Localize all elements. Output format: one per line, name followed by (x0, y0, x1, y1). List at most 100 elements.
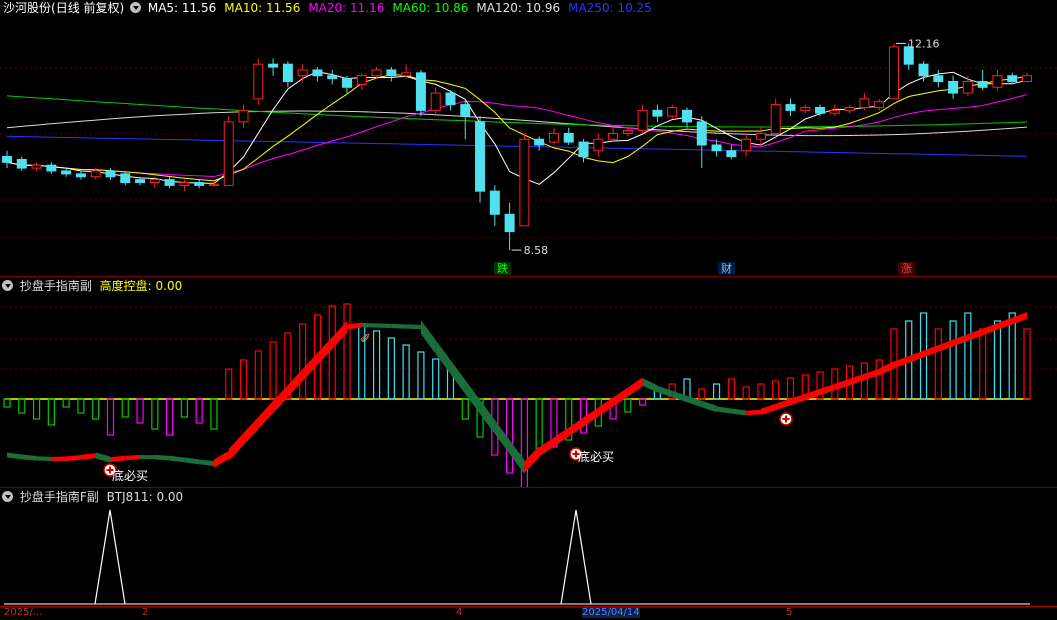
candle-down (785, 104, 796, 111)
candle-down (563, 132, 574, 143)
sub-indicator-panel-2[interactable]: 抄盘手指南F副 BTJ811: 0.00 (0, 488, 1057, 606)
ribbon-segment-down (642, 378, 658, 393)
ribbon-segment-up (568, 417, 584, 437)
ma-legend-item[interactable]: MA250: 10.25 (568, 1, 652, 15)
histogram-bar (535, 398, 543, 455)
date-tick-label: 2 (142, 607, 149, 618)
histogram-bar (299, 323, 307, 400)
sub-panel-2-title[interactable]: 抄盘手指南F副 (20, 490, 99, 504)
ribbon-segment-up (539, 437, 554, 457)
candle-up (962, 81, 973, 94)
candle-down (268, 63, 279, 68)
ribbon-segment-down (687, 395, 702, 408)
date-tick-label: 2025/... (4, 607, 43, 618)
histogram-bar (180, 398, 188, 418)
candle-down (342, 78, 352, 88)
chevron-down-icon[interactable] (2, 280, 13, 291)
candle-up (622, 130, 633, 134)
ribbon-segment-up (110, 455, 126, 463)
ma-legend-item[interactable]: MA60: 10.86 (392, 1, 468, 15)
ribbon-segment-up (598, 397, 614, 417)
ribbon-segment-down (509, 440, 525, 474)
candle-up (179, 182, 190, 186)
date-axis[interactable]: 2025/... 2 4 2025/04/14 5 (0, 606, 1057, 620)
histogram-bar (343, 303, 351, 400)
ribbon-segment-down (36, 456, 52, 462)
histogram-bar (461, 398, 469, 420)
candle-up (356, 75, 367, 85)
ribbon-segment-up (982, 323, 998, 336)
ribbon-segment-down (21, 454, 37, 461)
histogram-bar (624, 398, 632, 413)
histogram-bar (712, 383, 721, 400)
candle-up (401, 72, 412, 77)
event-marker-finance[interactable]: 财 (718, 262, 735, 275)
runner-icon: ✐ (360, 332, 371, 347)
candle-down (105, 170, 116, 178)
event-marker-up[interactable]: 涨 (898, 262, 915, 275)
ribbon-segment-down (731, 408, 747, 416)
histogram-bar (77, 398, 85, 414)
ribbon-segment-up (524, 446, 540, 473)
candle-up (430, 92, 441, 111)
candle-down (16, 158, 27, 169)
candle-up (238, 109, 249, 123)
histogram-bar (772, 380, 780, 400)
candle-up (223, 121, 234, 186)
histogram-bar (254, 350, 262, 400)
chevron-down-icon[interactable] (2, 491, 13, 502)
ma60-line (6, 95, 1028, 128)
ribbon-segment-up (1012, 312, 1027, 325)
candle-down (1007, 75, 1018, 82)
candle-down (2, 156, 12, 163)
ma-legend-item[interactable]: MA5: 11.56 (148, 1, 216, 15)
candle-up (800, 106, 811, 111)
sub-panel-1-title[interactable]: 抄盘手指南副 (20, 279, 92, 293)
candle-up (608, 132, 619, 140)
candle-up (770, 104, 781, 134)
ribbon-segment-down (199, 459, 214, 467)
ribbon-segment-up (834, 378, 850, 391)
event-marker-down[interactable]: 跌 (494, 262, 511, 275)
buy-signal-label: 底必买 (578, 450, 615, 464)
candle-up (90, 170, 101, 178)
ribbon-segment-up (879, 361, 894, 376)
ribbon-segment-up (302, 353, 318, 381)
main-chart-panel[interactable]: 沙河股份(日线 前复权) MA5: 11.56 MA10: 11.56 MA20: … (0, 0, 1057, 276)
candle-up (992, 75, 1003, 88)
sub-indicator-panel-1[interactable]: 抄盘手指南副 高度控盘: 0.00 ✐ 底必买 底必买 (0, 277, 1057, 487)
ma-legend-item[interactable]: MA10: 11.56 (224, 1, 300, 15)
ribbon-segment-up (908, 350, 924, 363)
ribbon-segment-up (790, 393, 806, 406)
histogram-bar (742, 386, 750, 400)
ma-legend-item[interactable]: MA120: 10.96 (476, 1, 560, 15)
sub-panel-2-indicator-value: 0.00 (156, 490, 184, 504)
date-tick-label: 4 (456, 607, 463, 618)
histogram-bar (210, 398, 218, 430)
ma10-line (6, 74, 1028, 182)
low-price-label: 8.58 (524, 244, 549, 257)
sub-indicator-2-chart[interactable] (0, 488, 1057, 606)
candle-up (297, 69, 308, 77)
ribbon-segment-up (997, 317, 1013, 330)
stock-name[interactable]: 沙河股份 (3, 1, 51, 15)
ribbon-segment-down (657, 385, 673, 398)
ribbon-segment-down (435, 340, 451, 374)
chart-mode[interactable]: (日线 前复权) (51, 1, 124, 15)
histogram-bar (121, 398, 129, 418)
candle-down (815, 106, 826, 114)
candle-down (977, 81, 988, 88)
histogram-bar (757, 383, 765, 400)
chevron-down-icon[interactable] (130, 2, 142, 13)
ribbon-segment-up (125, 454, 141, 461)
histogram-bar (1008, 312, 1016, 400)
candle-down (61, 170, 72, 175)
sub-indicator-1-chart[interactable]: ✐ (0, 277, 1057, 487)
ribbon-segment-down (450, 360, 466, 394)
ma-legend-item[interactable]: MA20: 11.16 (308, 1, 384, 15)
candle-up (888, 46, 899, 100)
candlestick-chart[interactable]: 12.16 8.58 (0, 0, 1057, 276)
histogram-bar (432, 358, 440, 400)
ribbon-segment-down (154, 454, 170, 461)
candle-down (445, 92, 456, 106)
